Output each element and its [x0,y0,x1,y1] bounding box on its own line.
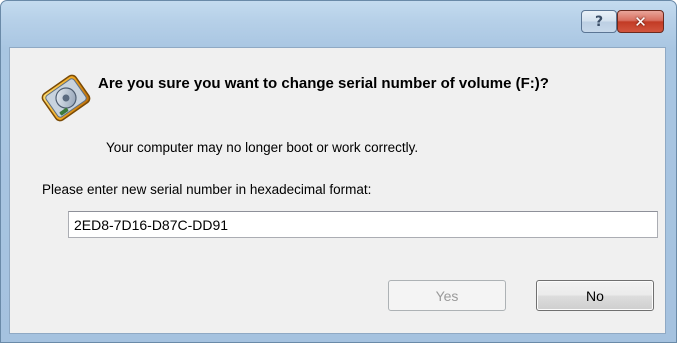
serial-prompt-label: Please enter new serial number in hexade… [42,182,372,197]
disk-volume-icon [41,74,91,122]
help-icon: ? [594,13,604,30]
close-button[interactable]: ✕ [617,10,664,33]
dialog-window: ? ✕ Are you sure you want to change seri… [0,0,677,343]
yes-button[interactable]: Yes [388,280,506,311]
confirmation-question: Are you sure you want to change serial n… [98,75,549,92]
close-icon: ✕ [634,12,647,31]
no-button[interactable]: No [536,280,654,311]
dialog-body: Are you sure you want to change serial n… [9,47,666,334]
warning-text: Your computer may no longer boot or work… [106,140,419,155]
serial-number-input[interactable] [68,211,658,238]
title-bar[interactable]: ? ✕ [1,1,676,47]
help-button[interactable]: ? [581,10,617,33]
